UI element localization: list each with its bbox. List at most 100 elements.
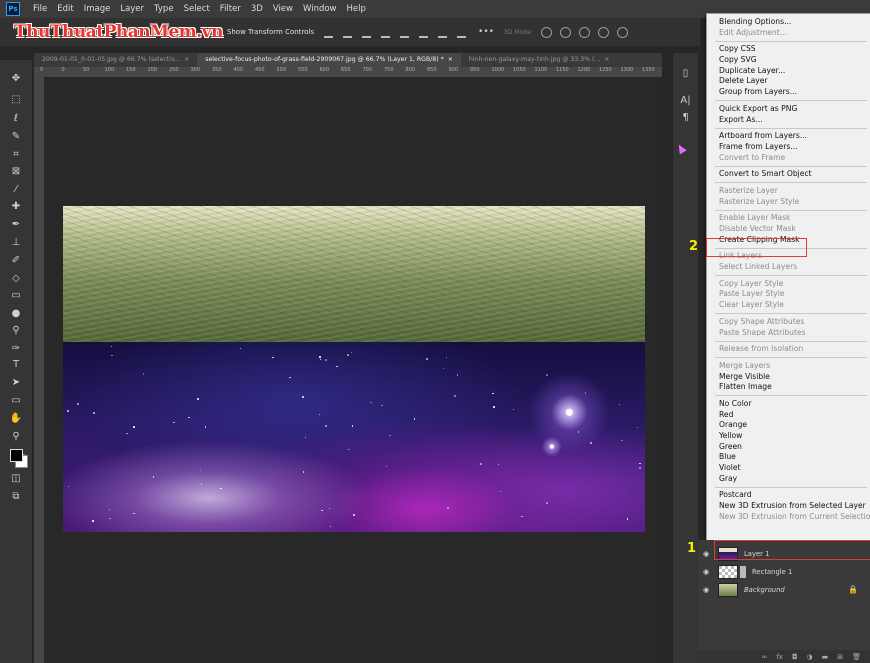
menu-select[interactable]: Select xyxy=(179,4,215,14)
layer-name[interactable]: Rectangle 1 xyxy=(752,568,792,576)
eyedropper-tool-icon[interactable]: ⁄ xyxy=(9,183,23,197)
pen-tool-icon[interactable]: ✑ xyxy=(9,342,23,356)
visibility-eye-icon[interactable]: ◉ xyxy=(698,550,714,558)
menu-item-yellow[interactable]: Yellow xyxy=(707,431,870,442)
layer-row-background[interactable]: ◉ Background 🔒 xyxy=(698,580,870,599)
screen-mode-icon[interactable]: ⧉ xyxy=(9,490,23,504)
move-tool-icon[interactable]: ✥ xyxy=(9,72,23,86)
history-panel-icon[interactable]: ▯ xyxy=(679,67,692,80)
align-middle-icon[interactable] xyxy=(343,27,353,38)
menu-item-no-color[interactable]: No Color xyxy=(707,399,870,410)
menu-item-orange[interactable]: Orange xyxy=(707,420,870,431)
menu-item-convert-to-smart-object[interactable]: Convert to Smart Object xyxy=(707,169,870,180)
quick-select-tool-icon[interactable]: ✎ xyxy=(9,130,23,144)
menu-3d[interactable]: 3D xyxy=(246,4,268,14)
menu-window[interactable]: Window xyxy=(298,4,342,14)
menu-item-blending-options[interactable]: Blending Options... xyxy=(707,17,870,28)
path-select-tool-icon[interactable]: ➤ xyxy=(9,376,23,390)
visibility-eye-icon[interactable]: ◉ xyxy=(698,586,714,594)
menu-item-copy-svg[interactable]: Copy SVG xyxy=(707,55,870,66)
align-bottom-icon[interactable] xyxy=(362,27,372,38)
menu-image[interactable]: Image xyxy=(79,4,116,14)
healing-brush-tool-icon[interactable]: ✚ xyxy=(9,200,23,214)
menu-layer[interactable]: Layer xyxy=(115,4,149,14)
history-brush-tool-icon[interactable]: ✐ xyxy=(9,254,23,268)
distribute-horizontal-icon[interactable] xyxy=(457,27,467,38)
3d-pan-icon[interactable] xyxy=(578,26,590,38)
3d-scale-icon[interactable] xyxy=(616,26,628,38)
quick-mask-icon[interactable]: ◫ xyxy=(9,472,23,486)
menu-item-gray[interactable]: Gray xyxy=(707,474,870,485)
align-right-icon[interactable] xyxy=(438,27,448,38)
new-group-icon[interactable]: ▬ xyxy=(822,653,829,661)
rectangle-tool-icon[interactable]: ▭ xyxy=(9,394,23,408)
align-top-icon[interactable] xyxy=(324,27,334,38)
zoom-tool-icon[interactable]: ⚲ xyxy=(9,430,23,444)
menu-item-delete-layer[interactable]: Delete Layer xyxy=(707,76,870,87)
menu-item-copy-css[interactable]: Copy CSS xyxy=(707,44,870,55)
menu-item-group-from-layers[interactable]: Group from Layers... xyxy=(707,87,870,98)
type-tool-icon[interactable]: T xyxy=(9,358,23,372)
menu-item-quick-export-as-png[interactable]: Quick Export as PNG xyxy=(707,104,870,115)
align-left-icon[interactable] xyxy=(400,27,410,38)
gradient-tool-icon[interactable]: ▭ xyxy=(9,289,23,303)
distribute-icon[interactable] xyxy=(381,27,391,38)
3d-orbit-icon[interactable] xyxy=(540,26,552,38)
document-tab-1[interactable]: 2009-01-01_0-01-05.jpg @ 66.7% (selectiv… xyxy=(34,53,197,67)
delete-layer-icon[interactable]: 🗑 xyxy=(852,653,861,661)
lock-icon[interactable]: 🔒 xyxy=(848,585,858,594)
layer-style-icon[interactable]: fx xyxy=(776,653,783,661)
menu-type[interactable]: Type xyxy=(149,4,179,14)
menu-item-export-as[interactable]: Export As... xyxy=(707,115,870,126)
menu-file[interactable]: File xyxy=(28,4,52,14)
grass-image-layer[interactable] xyxy=(63,206,645,342)
close-tab-icon[interactable]: × xyxy=(184,56,189,63)
document-tab-2[interactable]: selective-focus-photo-of-grass-field-290… xyxy=(197,53,461,67)
foreground-color-swatch[interactable] xyxy=(10,449,23,462)
eraser-tool-icon[interactable]: ◇ xyxy=(9,272,23,286)
3d-slide-icon[interactable] xyxy=(597,26,609,38)
document-tab-3[interactable]: hinh-nen-galaxy-may-tinh.jpg @ 33.3% (..… xyxy=(461,53,618,67)
dodge-tool-icon[interactable]: ⚲ xyxy=(9,324,23,338)
more-options-button[interactable]: ••• xyxy=(478,27,494,37)
menu-filter[interactable]: Filter xyxy=(215,4,246,14)
menu-item-blue[interactable]: Blue xyxy=(707,452,870,463)
layer-name[interactable]: Background xyxy=(744,586,785,594)
hand-tool-icon[interactable]: ✋ xyxy=(9,412,23,426)
align-center-icon[interactable] xyxy=(419,27,429,38)
document-canvas[interactable] xyxy=(44,77,662,663)
lasso-tool-icon[interactable]: ℓ xyxy=(9,112,23,126)
character-panel-icon[interactable]: A| xyxy=(679,94,692,107)
add-mask-icon[interactable]: ◘ xyxy=(792,653,798,661)
close-tab-icon[interactable]: × xyxy=(448,56,453,63)
menu-item-merge-visible[interactable]: Merge Visible xyxy=(707,372,870,383)
menu-edit[interactable]: Edit xyxy=(52,4,78,14)
show-transform-controls-checkbox[interactable]: Show Transform Controls xyxy=(227,28,314,36)
menu-item-violet[interactable]: Violet xyxy=(707,463,870,474)
visibility-eye-icon[interactable]: ◉ xyxy=(698,568,714,576)
brush-tool-icon[interactable]: ✒ xyxy=(9,218,23,232)
adjustment-layer-icon[interactable]: ◑ xyxy=(807,653,813,661)
menu-item-postcard[interactable]: Postcard xyxy=(707,490,870,501)
menu-item-red[interactable]: Red xyxy=(707,410,870,421)
blur-tool-icon[interactable]: ● xyxy=(9,307,23,321)
close-tab-icon[interactable]: × xyxy=(604,56,609,63)
menu-item-flatten-image[interactable]: Flatten Image xyxy=(707,382,870,393)
menu-item-frame-from-layers[interactable]: Frame from Layers... xyxy=(707,142,870,153)
clone-stamp-tool-icon[interactable]: ⊥ xyxy=(9,236,23,250)
menu-item-green[interactable]: Green xyxy=(707,442,870,453)
menu-view[interactable]: View xyxy=(268,4,298,14)
menu-item-artboard-from-layers[interactable]: Artboard from Layers... xyxy=(707,131,870,142)
menu-help[interactable]: Help xyxy=(342,4,371,14)
marquee-tool-icon[interactable]: ⬚ xyxy=(9,93,23,107)
menu-item-new-3d-extrusion-from-selected-layer[interactable]: New 3D Extrusion from Selected Layer xyxy=(707,501,870,512)
paragraph-panel-icon[interactable]: ¶ xyxy=(679,111,692,124)
link-layers-icon[interactable]: ∞ xyxy=(762,653,768,661)
new-layer-icon[interactable]: ⊞ xyxy=(837,653,843,661)
frame-tool-icon[interactable]: ⊠ xyxy=(9,165,23,179)
galaxy-image-layer[interactable] xyxy=(63,342,645,532)
3d-roll-icon[interactable] xyxy=(559,26,571,38)
menu-item-duplicate-layer[interactable]: Duplicate Layer... xyxy=(707,66,870,77)
crop-tool-icon[interactable]: ⌗ xyxy=(9,148,23,162)
layer-row-rectangle-1[interactable]: ◉ Rectangle 1 xyxy=(698,562,870,581)
